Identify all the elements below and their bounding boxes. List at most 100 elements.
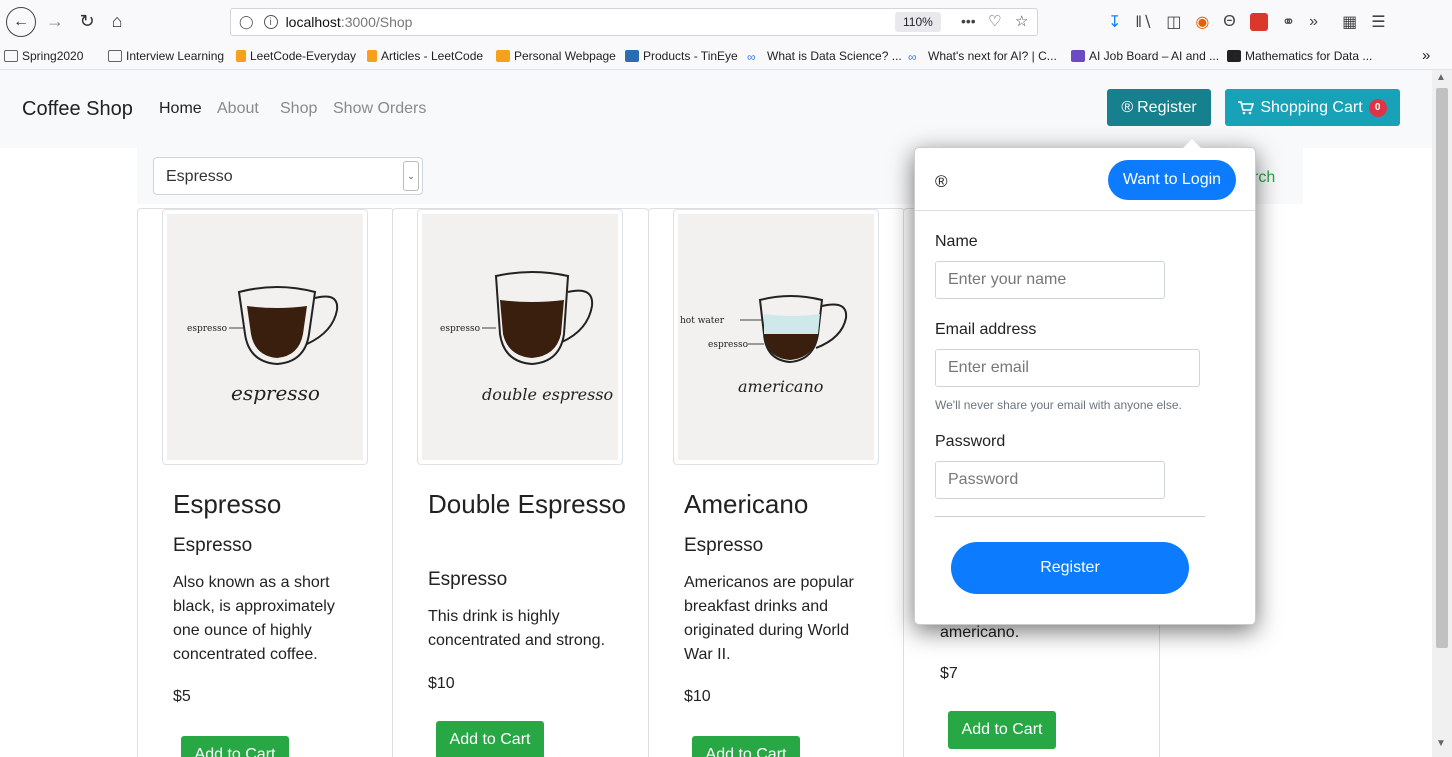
image-label: hot water	[680, 316, 725, 326]
bookmark-item[interactable]: ∞ What is Data Science? ...	[747, 49, 902, 64]
toolbar-icons: ↧ ‖∖ ◫ ◉ Θ ⚭ » ▦ ☰	[1108, 10, 1386, 34]
image-caption: espresso	[231, 381, 320, 405]
extension-glasses-icon[interactable]: ⚭	[1282, 12, 1295, 32]
url-bar[interactable]: ◯ i localhost:3000/Shop 110% ••• ♡ ☆	[230, 8, 1038, 36]
image-label: espresso	[187, 324, 227, 334]
name-label: Name	[935, 233, 978, 250]
hamburger-menu-icon[interactable]: ☰	[1371, 12, 1385, 32]
extensions-icon[interactable]: ▦	[1342, 12, 1357, 32]
register-popover: ® Want to Login Name Enter your name Ema…	[914, 139, 1256, 625]
chevron-down-icon: ⌄	[403, 161, 419, 191]
browser-toolbar: ← → ↻ ⌂ ◯ i localhost:3000/Shop 110% •••…	[0, 0, 1452, 44]
add-to-cart-button[interactable]: Add to Cart	[181, 736, 289, 757]
bookmark-item[interactable]: ∞ What's next for AI? | C...	[908, 49, 1057, 64]
bookmark-item[interactable]: LeetCode-Everyday	[236, 49, 356, 63]
forward-arrow-icon[interactable]: →	[44, 9, 66, 33]
coursera-icon: ∞	[908, 50, 917, 64]
extension-fox-icon[interactable]: ◉	[1195, 12, 1209, 32]
want-to-login-button[interactable]: Want to Login	[1108, 160, 1236, 200]
pocket-icon[interactable]: ♡	[988, 12, 1001, 30]
url-text[interactable]: localhost:3000/Shop	[286, 14, 413, 30]
cart-count-badge: 0	[1368, 98, 1387, 117]
product-name: Espresso	[173, 489, 282, 519]
product-description: Also known as a short black, is approxim…	[173, 574, 335, 663]
register-nav-label: Register	[1137, 98, 1197, 116]
add-to-cart-button[interactable]: Add to Cart	[436, 721, 544, 757]
url-path: :3000/Shop	[340, 14, 413, 30]
product-name: Double Espresso	[428, 489, 626, 519]
add-to-cart-button[interactable]: Add to Cart	[948, 711, 1056, 749]
registered-icon: ®	[1121, 98, 1134, 116]
library-icon[interactable]: ‖∖	[1135, 12, 1152, 32]
search-button[interactable]: rch	[1253, 169, 1275, 187]
product-image: espresso espresso	[162, 209, 368, 465]
bookmark-item[interactable]: Articles - LeetCode	[367, 49, 483, 63]
image-label: espresso	[708, 340, 748, 350]
category-select[interactable]: Espresso ⌄	[153, 157, 423, 195]
password-label: Password	[935, 433, 1006, 450]
bookmark-star-icon[interactable]: ☆	[1015, 12, 1028, 30]
product-category: Espresso	[173, 535, 253, 556]
overflow-chevron-icon[interactable]: »	[1309, 13, 1318, 31]
email-input[interactable]: Enter email	[935, 349, 1200, 387]
url-host: localhost	[285, 14, 341, 30]
bookmarks-overflow-icon[interactable]: »	[1422, 47, 1430, 64]
popover-divider	[935, 516, 1205, 517]
nav-about[interactable]: About	[217, 100, 259, 118]
shopping-cart-button[interactable]: Shopping Cart 0	[1225, 89, 1400, 126]
cart-icon	[1238, 100, 1255, 114]
folder-icon	[108, 50, 122, 62]
image-label: espresso	[440, 324, 480, 334]
category-select-value: Espresso	[166, 168, 233, 185]
product-price: $10	[684, 688, 711, 705]
page-actions-icon[interactable]: •••	[961, 13, 976, 29]
bookmark-item[interactable]: Personal Webpage	[496, 49, 616, 63]
image-caption: americano	[738, 377, 823, 396]
product-price: $7	[940, 665, 958, 682]
bookmark-item[interactable]: Products - TinEye	[625, 49, 738, 63]
page-scrollbar[interactable]: ▲ ▼	[1432, 70, 1452, 757]
nav-show-orders[interactable]: Show Orders	[333, 100, 426, 118]
add-to-cart-button[interactable]: Add to Cart	[692, 736, 800, 757]
folder-icon	[4, 50, 18, 62]
bookmark-item[interactable]: Interview Learning	[108, 49, 224, 63]
bookmarks-bar: Spring2020 Interview Learning LeetCode-E…	[0, 44, 1452, 70]
password-input[interactable]: Password	[935, 461, 1165, 499]
coursera-icon: ∞	[747, 50, 756, 64]
shield-icon[interactable]: ◯	[239, 14, 254, 30]
brand[interactable]: Coffee Shop	[22, 98, 133, 121]
scroll-down-icon[interactable]: ▼	[1436, 738, 1446, 749]
image-caption: double espresso	[482, 385, 613, 404]
nav-shop[interactable]: Shop	[280, 100, 317, 118]
extension-red-icon[interactable]	[1249, 13, 1268, 31]
site-navbar: Coffee Shop Home About Shop Show Orders …	[0, 70, 1432, 148]
bookmark-item[interactable]: Spring2020	[4, 49, 83, 63]
register-submit-button[interactable]: Register	[951, 542, 1189, 594]
medium-icon	[1227, 50, 1241, 62]
product-price: $5	[173, 688, 191, 705]
email-help-text: We'll never share your email with anyone…	[935, 398, 1182, 412]
product-category: Espresso	[428, 569, 508, 590]
name-input[interactable]: Enter your name	[935, 261, 1165, 299]
cart-label: Shopping Cart	[1260, 98, 1363, 116]
reload-icon[interactable]: ↻	[76, 9, 98, 33]
leetcode-icon	[236, 50, 246, 62]
bookmark-item[interactable]: AI Job Board – AI and ...	[1071, 49, 1219, 63]
home-icon[interactable]: ⌂	[106, 9, 128, 33]
register-nav-button[interactable]: ® Register	[1107, 89, 1211, 126]
info-icon[interactable]: i	[263, 15, 278, 29]
sidebar-icon[interactable]: ◫	[1166, 12, 1181, 32]
product-name: Americano	[684, 489, 809, 519]
product-category: Espresso	[684, 535, 764, 556]
nav-home[interactable]: Home	[159, 100, 202, 118]
personal-webpage-icon	[496, 50, 510, 62]
zoom-badge[interactable]: 110%	[895, 12, 941, 32]
registered-icon: ®	[935, 172, 948, 191]
back-arrow-icon[interactable]: ←	[6, 7, 36, 37]
account-icon[interactable]: Θ	[1223, 13, 1235, 31]
scroll-up-icon[interactable]: ▲	[1436, 72, 1446, 83]
product-price: $10	[428, 675, 455, 692]
bookmark-item[interactable]: Mathematics for Data ...	[1227, 49, 1372, 63]
scroll-thumb[interactable]	[1436, 88, 1448, 648]
download-icon[interactable]: ↧	[1108, 12, 1121, 32]
